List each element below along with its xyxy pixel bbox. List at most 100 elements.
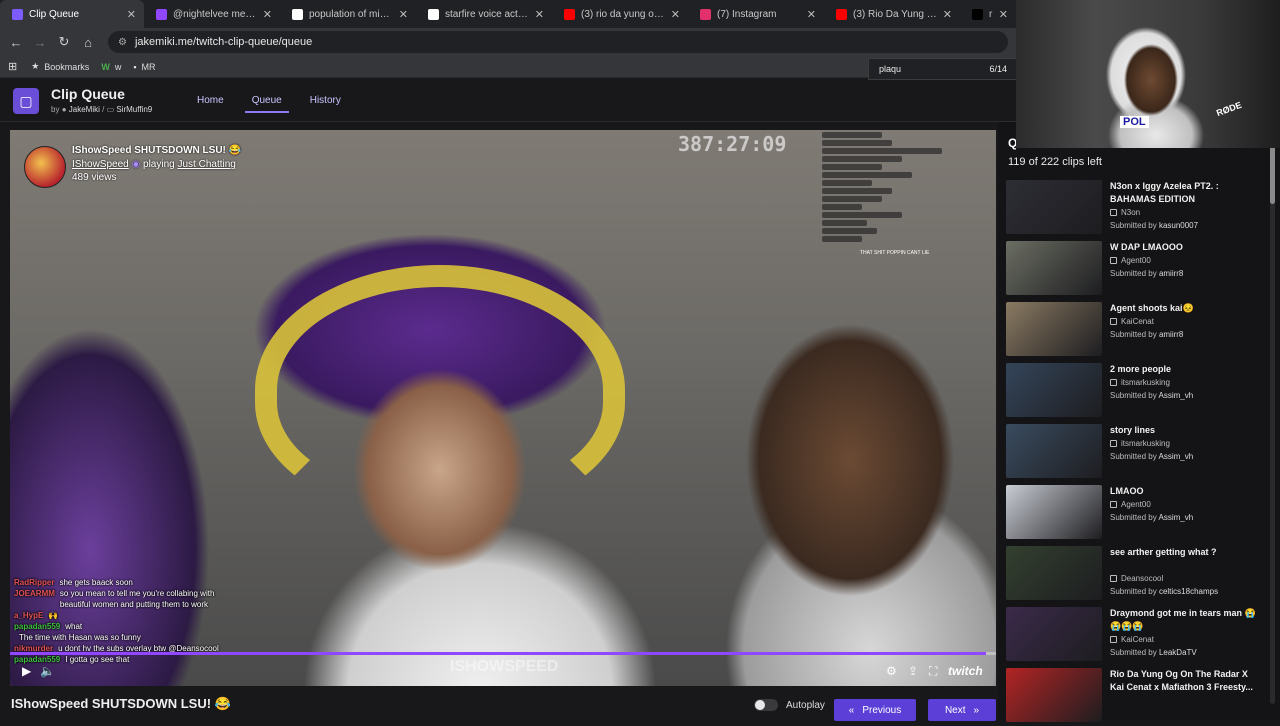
queue-item[interactable]: N3on x Iggy Azelea PT2. : BAHAMAS EDITIO…: [1006, 180, 1268, 238]
back-icon[interactable]: ←: [4, 35, 28, 50]
clip-channel: N3on: [1110, 208, 1140, 217]
bookmark-mr[interactable]: ▪ MR: [133, 62, 155, 72]
close-tab-icon[interactable]: ✕: [535, 8, 544, 21]
queue-item[interactable]: see arther getting what ? Deansocool Submi…: [1006, 546, 1268, 604]
video-player[interactable]: IShowSpeed SHUTSDOWN LSU! 😂 IShowSpeed ◉…: [10, 130, 996, 686]
clip-title: Agent shoots kai😣: [1110, 303, 1194, 313]
play-icon[interactable]: ▶: [22, 664, 31, 678]
queue-item[interactable]: 2 more people itsmarkusking Submitted by A…: [1006, 363, 1268, 421]
clip-thumbnail[interactable]: [1006, 424, 1102, 478]
clip-thumbnail[interactable]: [1006, 546, 1102, 600]
nav-home[interactable]: Home: [190, 90, 231, 113]
url-text: jakemiki.me/twitch-clip-queue/queue: [134, 36, 313, 48]
close-tab-icon[interactable]: ✕: [671, 8, 680, 21]
clip-submitter: Submitted by amiirr8: [1110, 269, 1184, 278]
settings-icon[interactable]: ⚙: [886, 664, 897, 678]
channel-name[interactable]: IShowSpeed: [72, 159, 129, 170]
tab-favicon-icon: [836, 8, 847, 20]
tab-title: Clip Queue: [29, 8, 80, 20]
game-link[interactable]: Just Chatting: [178, 159, 236, 170]
clip-title: see arther getting what ?: [1110, 547, 1217, 557]
clip-title: 2 more people: [1110, 364, 1172, 374]
nav-queue[interactable]: Queue: [244, 90, 289, 113]
browser-tab[interactable]: (7) Instagram ✕: [688, 0, 824, 28]
channel-watermark: ISHOWSPEED: [450, 658, 559, 675]
bookmark-bookmarks[interactable]: ★ Bookmarks: [31, 61, 89, 72]
webcam-mic-text: RØDE: [1215, 99, 1243, 119]
fullscreen-icon[interactable]: ⛶: [929, 664, 937, 679]
queue-item[interactable]: W DAP LMAOOO Agent00 Submitted by amiirr8: [1006, 241, 1268, 299]
queue-item[interactable]: LMAOO Agent00 Submitted by Assim_vh: [1006, 485, 1268, 543]
queue-item[interactable]: Draymond got me in tears man 😭😭😭😭 KaiCena…: [1006, 607, 1268, 665]
autoplay-toggle[interactable]: Autoplay: [754, 699, 825, 711]
double-chevron-left-icon: «: [848, 704, 855, 716]
browser-tab[interactable]: ryan ✕: [960, 0, 1016, 28]
clip-thumbnail[interactable]: [1006, 180, 1102, 234]
queue-scrollbar[interactable]: [1270, 144, 1275, 704]
twitch-screen-logo-icon[interactable]: ▢: [13, 88, 39, 114]
close-tab-icon[interactable]: ✕: [999, 8, 1008, 21]
chat-bubble-icon: [1110, 379, 1117, 386]
view-count: 489 views: [72, 172, 117, 183]
address-bar[interactable]: ⚙ jakemiki.me/twitch-clip-queue/queue: [108, 31, 1008, 53]
clip-thumbnail[interactable]: [1006, 607, 1102, 661]
chat-bubble-icon: [1110, 440, 1117, 447]
nav-history[interactable]: History: [303, 90, 348, 113]
share-icon[interactable]: ⇪: [908, 664, 918, 678]
browser-tab[interactable]: (3) Rio Da Yung Og - You ✕: [824, 0, 960, 28]
chat-text: she gets baack soon: [59, 578, 133, 587]
queue-item[interactable]: Rio Da Yung Og On The Radar X Kai Cenat …: [1006, 668, 1268, 726]
close-tab-icon[interactable]: ✕: [399, 8, 408, 21]
stream-title[interactable]: IShowSpeed SHUTSDOWN LSU! 😂: [72, 145, 241, 156]
volume-icon[interactable]: 🔈: [40, 664, 55, 678]
browser-tab[interactable]: population of miami dad ✕: [280, 0, 416, 28]
forward-icon[interactable]: →: [28, 35, 52, 50]
chat-text: The time with Hasan was so funny: [19, 633, 141, 642]
apps-icon[interactable]: ⊞: [8, 60, 17, 73]
home-icon[interactable]: ⌂: [76, 35, 100, 50]
browser-tab[interactable]: (3) rio da yung og mafiat ✕: [552, 0, 688, 28]
browser-tab[interactable]: starfire voice actor - Goo ✕: [416, 0, 552, 28]
clip-thumbnail[interactable]: [1006, 668, 1102, 722]
clip-thumbnail[interactable]: [1006, 241, 1102, 295]
channel-avatar[interactable]: [24, 146, 66, 188]
queue-item[interactable]: story lines itsmarkusking Submitted by Ass…: [1006, 424, 1268, 482]
chat-bubble-icon: [1110, 501, 1117, 508]
clip-title: N3on x Iggy Azelea PT2. : BAHAMAS EDITIO…: [1110, 181, 1219, 204]
close-tab-icon[interactable]: ✕: [263, 8, 272, 21]
author-link[interactable]: SirMuffin9: [116, 105, 152, 114]
app-title: Clip Queue: [51, 86, 125, 102]
webcam-overlay: POL RØDE: [1016, 0, 1280, 148]
clip-thumbnail[interactable]: [1006, 363, 1102, 417]
find-query[interactable]: plaqu: [879, 64, 901, 74]
close-tab-icon[interactable]: ✕: [807, 8, 816, 21]
tab-favicon-icon: [700, 8, 711, 20]
clip-title: Draymond got me in tears man 😭😭😭😭: [1110, 608, 1256, 631]
toggle-switch[interactable]: [754, 699, 778, 711]
author-link[interactable]: JakeMiki: [69, 105, 100, 114]
close-tab-icon[interactable]: ✕: [943, 8, 952, 21]
clip-thumbnail[interactable]: [1006, 485, 1102, 539]
clip-submitter: Submitted by Assim_vh: [1110, 513, 1194, 522]
browser-tab[interactable]: @nightelvee mention ✕: [144, 0, 280, 28]
clip-thumbnail[interactable]: [1006, 302, 1102, 356]
clip-submitter: Submitted by Assim_vh: [1110, 452, 1194, 461]
next-button[interactable]: Next »: [928, 699, 996, 721]
browser-tab[interactable]: Clip Queue ✕: [0, 0, 144, 28]
find-bar[interactable]: plaqu 6/14: [868, 58, 1018, 80]
queue-item[interactable]: Agent shoots kai😣 KaiCenat Submitted by am…: [1006, 302, 1268, 360]
tab-favicon-icon: [564, 8, 575, 20]
twitch-logo[interactable]: twitch: [948, 664, 983, 678]
tab-favicon-icon: [428, 8, 439, 20]
clip-submitter: Submitted by celtics18champs: [1110, 587, 1219, 596]
previous-button[interactable]: « Previous: [834, 699, 916, 721]
stream-timer: 387:27:09: [678, 132, 787, 156]
bookmark-w[interactable]: Ww: [101, 62, 121, 72]
scrollbar-thumb[interactable]: [1270, 144, 1275, 204]
progress-bar[interactable]: [10, 652, 996, 655]
tab-title: population of miami dad: [309, 8, 393, 20]
site-info-icon[interactable]: ⚙: [118, 37, 127, 48]
chat-username: RadRipper: [14, 578, 55, 587]
reload-icon[interactable]: ↻: [52, 34, 76, 50]
close-tab-icon[interactable]: ✕: [127, 8, 136, 21]
